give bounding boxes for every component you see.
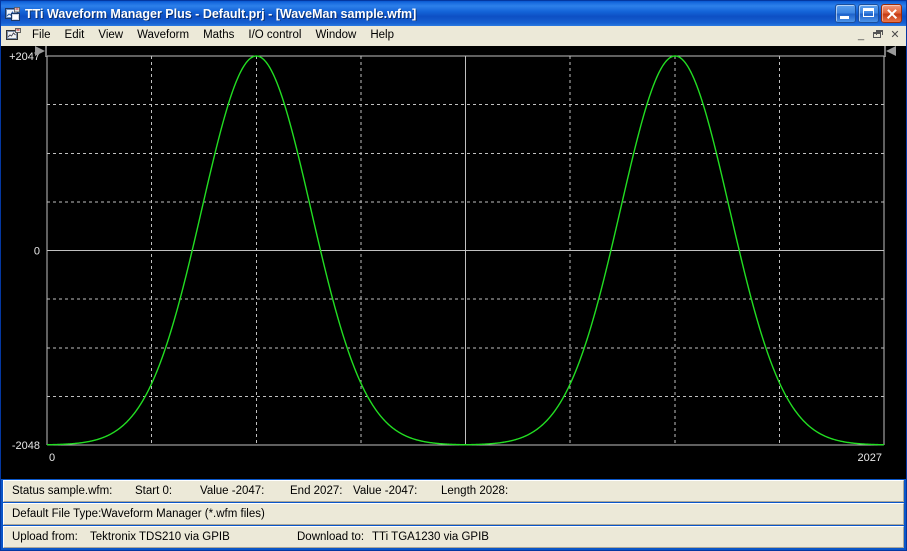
application-window: TTi Waveform Manager Plus - Default.prj … [0,0,907,551]
status-start-label: Start 0: [135,485,173,497]
download-to-value: TTi TGA1230 via GPIB [372,531,489,543]
upload-from-value: Tektronix TDS210 via GPIB [90,531,230,543]
maximize-button[interactable] [858,4,879,23]
close-button[interactable] [881,4,902,23]
mdi-caption-buttons: _ ✕ [853,28,903,43]
default-file-type-label: Default File Type: [12,508,102,520]
window-title: TTi Waveform Manager Plus - Default.prj … [25,6,417,21]
menu-bar: File Edit View Waveform Maths I/O contro… [1,26,906,46]
window-caption-buttons [835,4,902,23]
status-start-value-label: Value -2047: [200,485,265,497]
mdi-close-glyph: ✕ [890,29,900,41]
y-axis-tick-label: 0 [34,245,40,257]
menu-item-io-control[interactable]: I/O control [241,27,308,44]
status-end-label: End 2027: [290,485,343,497]
mdi-minimize-button[interactable]: _ [853,28,869,43]
x-axis-tick-label: 2027 [858,452,882,464]
menu-item-window[interactable]: Window [308,27,363,44]
y-axis-tick-label: -2048 [12,440,40,452]
minimize-button[interactable] [835,4,856,23]
status-length-label: Length 2028: [441,485,509,497]
upload-from-label: Upload from: [12,531,78,543]
title-bar[interactable]: TTi Waveform Manager Plus - Default.prj … [1,1,906,26]
mdi-restore-button[interactable] [870,28,886,43]
menu-item-waveform[interactable]: Waveform [130,27,196,44]
menu-item-view[interactable]: View [91,27,130,44]
menu-item-help[interactable]: Help [363,27,401,44]
status-bar-stack: Status sample.wfm: Start 0: Value -2047:… [1,479,906,550]
x-axis-tick-label: 0 [49,452,55,464]
download-to-label: Download to: [297,531,365,543]
mdi-client-area: +2047 0 -2048 0 2027 [1,46,906,479]
menu-item-edit[interactable]: Edit [58,27,92,44]
mdi-close-button[interactable]: ✕ [887,28,903,43]
menu-item-maths[interactable]: Maths [196,27,241,44]
status-end-value-label: Value -2047: [353,485,418,497]
status-bar-waveform-info: Status sample.wfm: Start 0: Value -2047:… [3,480,904,502]
mdi-document-icon[interactable] [6,28,22,43]
waveform-app-icon [5,6,21,22]
status-bar-default-file-type: Default File Type: Waveform Manager (*.w… [3,503,904,525]
status-file-label: Status sample.wfm: [12,485,113,497]
default-file-type-value: Waveform Manager (*.wfm files) [101,508,265,520]
waveform-plot-svg[interactable]: +20470-20480 2027 [1,46,906,473]
waveform-plot[interactable]: +2047 0 -2048 0 2027 [1,46,906,479]
status-bar-io-devices: Upload from: Tektronix TDS210 via GPIB D… [3,526,904,548]
mdi-minimize-glyph: _ [857,29,865,41]
menu-item-file[interactable]: File [25,27,58,44]
